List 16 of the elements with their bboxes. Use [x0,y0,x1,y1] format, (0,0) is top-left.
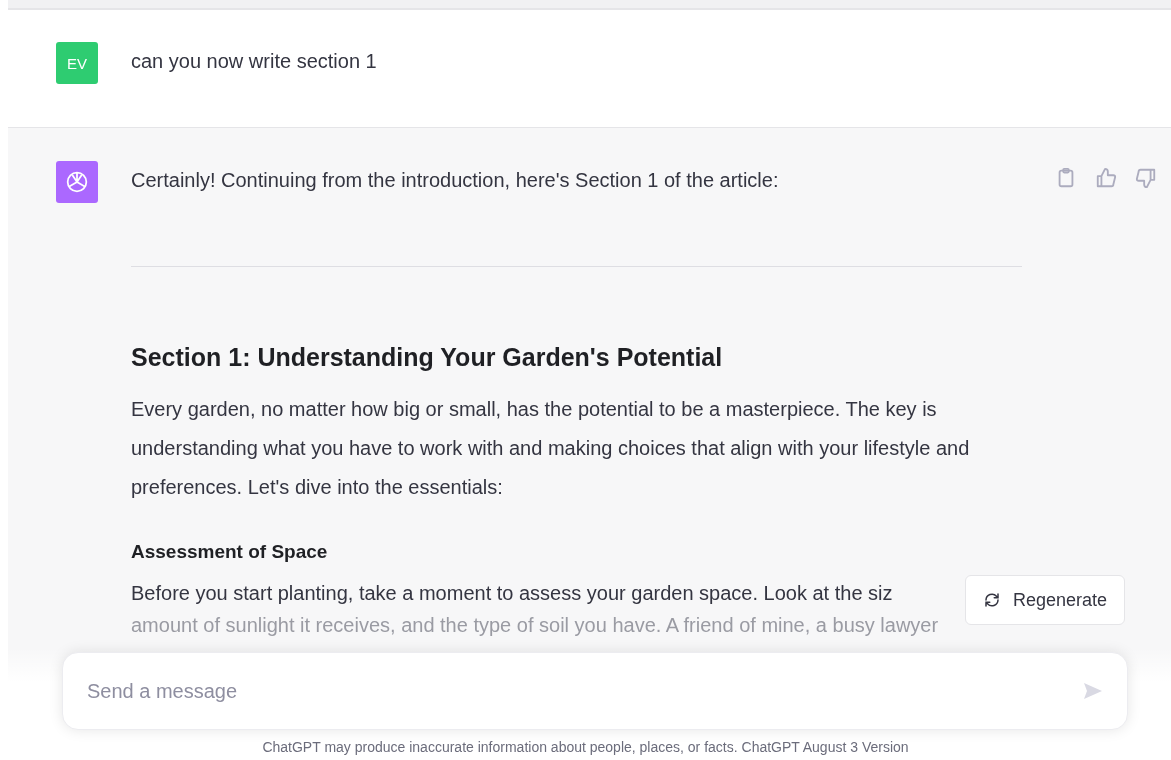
user-avatar: EV [56,42,98,84]
paragraph: Every garden, no matter how big or small, has the potential to be a masterpiece. The key is understanding what you have to work with and making choices that align with your lifestyle and preferences. Let's dive into the essentials: [131,397,971,500]
thumbs-up-icon[interactable] [1095,167,1117,189]
subheading: Assessment of Space [131,541,329,563]
message-field[interactable]: Send a message [62,652,1128,730]
paragraph-line: Before you start planting, take a moment to assess your garden space. Look at the siz [131,581,893,605]
paragraph-line: amount of sunlight it receives, and the type of soil you have. A friend of mine, a busy lawyer [131,613,939,637]
disclaimer-text: ChatGPT may produce inaccurate information about people, places, or facts. ChatGPT August 3 Version [261,739,910,755]
user-message: can you now write section 1 [131,50,377,74]
thumbs-down-icon[interactable] [1135,167,1157,189]
refresh-icon [983,591,1001,609]
assistant-avatar [56,161,98,203]
assistant-intro: Certainly! Continuing from the introduction, here's Section 1 of the article: [131,169,780,192]
message-input[interactable]: Send a message [85,678,1081,704]
section-heading: Section 1: Understanding Your Garden's Potential [131,343,724,372]
regenerate-button[interactable]: Regenerate [965,575,1126,625]
